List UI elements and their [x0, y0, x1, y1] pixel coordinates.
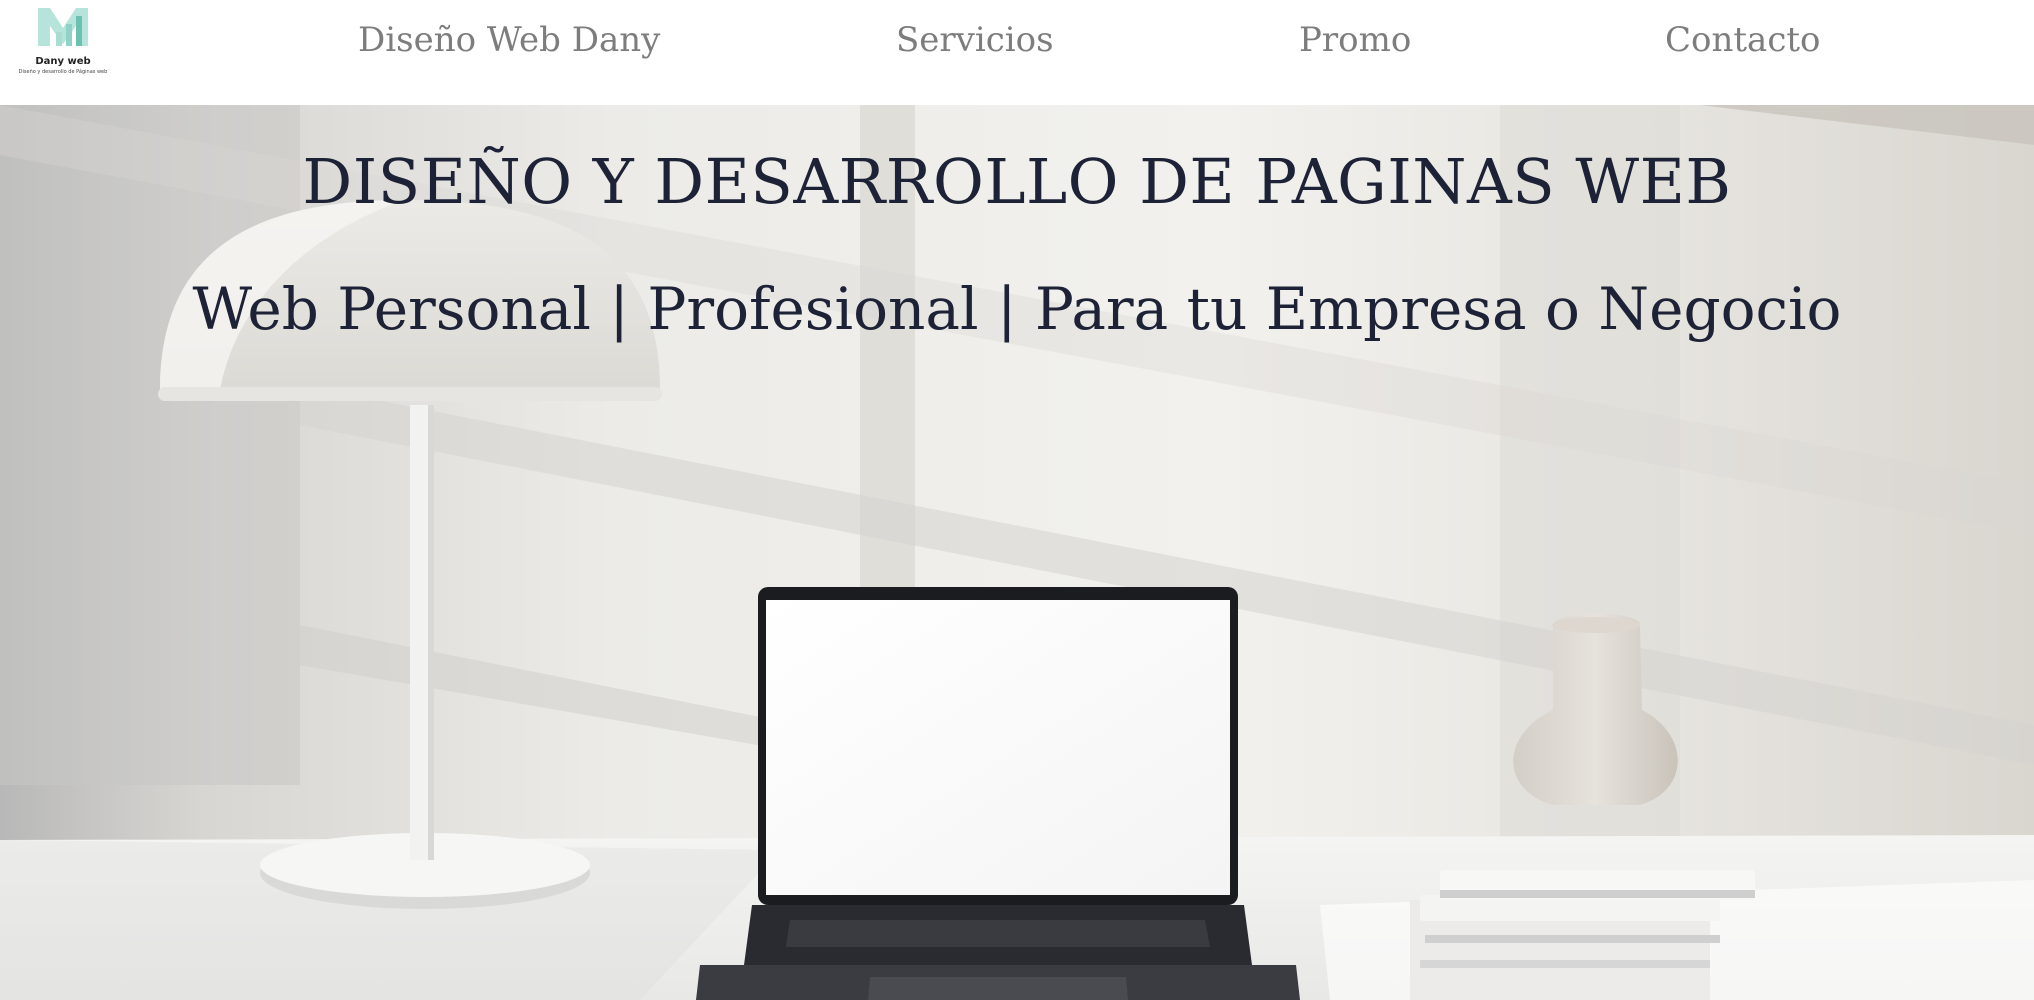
nav-link-contacto[interactable]: Contacto: [1665, 20, 1821, 60]
hero-subtitle: Web Personal | Profesional | Para tu Emp…: [192, 275, 1842, 343]
hero-section: DISEÑO Y DESARROLLO DE PAGINAS WEB Web P…: [0, 105, 2034, 1000]
hero-title: DISEÑO Y DESARROLLO DE PAGINAS WEB: [302, 145, 1732, 218]
nav-link-servicios[interactable]: Servicios: [896, 20, 1054, 60]
site-header: Dany web Diseño y desarrollo de Páginas …: [0, 0, 2034, 105]
nav-link-promo[interactable]: Promo: [1299, 20, 1411, 60]
logo-tagline: Diseño y desarrollo de Páginas web: [18, 69, 108, 75]
page: Dany web Diseño y desarrollo de Páginas …: [0, 0, 2034, 1000]
hero-background-image: [0, 105, 2034, 1000]
site-logo[interactable]: Dany web Diseño y desarrollo de Páginas …: [10, 6, 116, 82]
logo-name: Dany web: [35, 56, 91, 67]
nav-link-diseno-web-dany[interactable]: Diseño Web Dany: [358, 20, 660, 60]
logo-mark-icon: [38, 8, 88, 46]
